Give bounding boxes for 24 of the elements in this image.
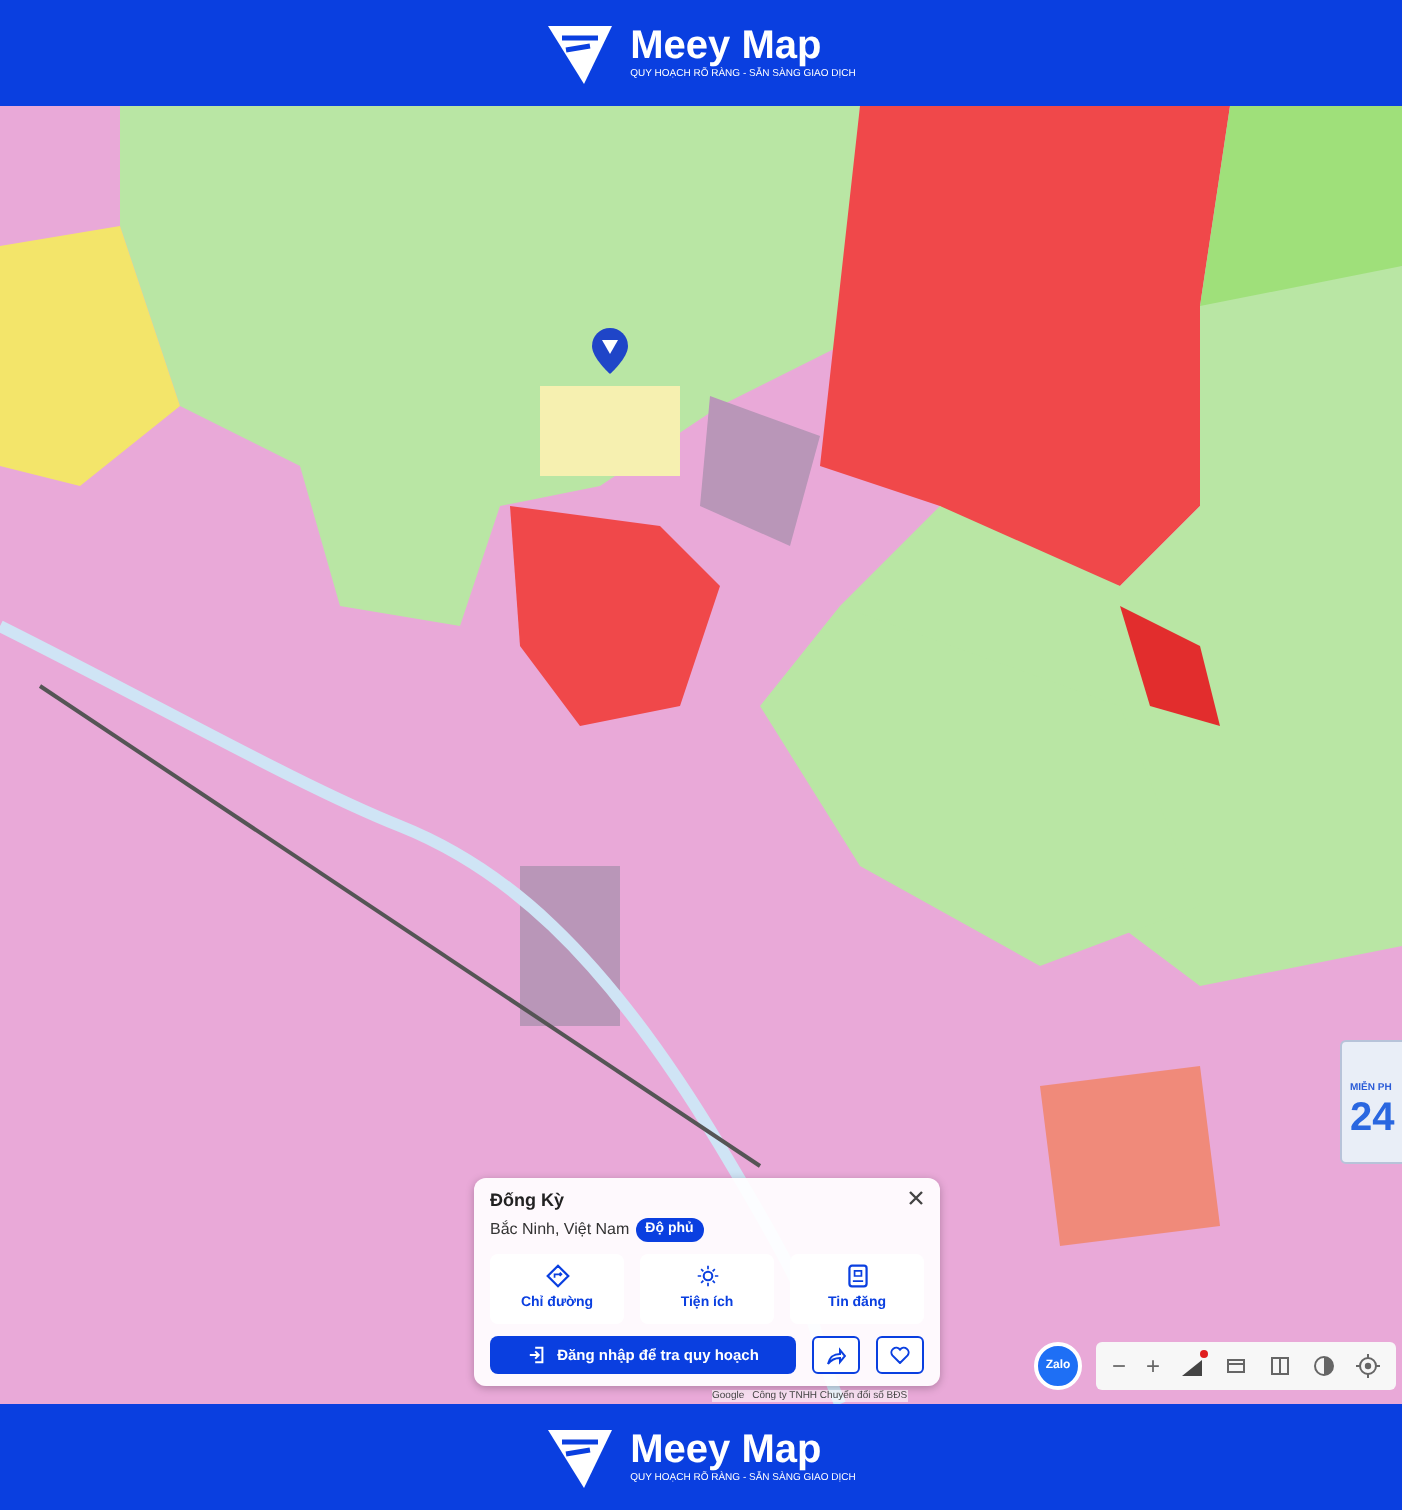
login-icon [527,1346,546,1364]
brand-name: Meey Map [630,1430,824,1470]
layers-button[interactable] [1179,1353,1204,1379]
sparkle-icon [695,1263,719,1288]
map-pin-icon[interactable] [588,326,632,378]
place-title: Đống Kỳ [490,1190,564,1212]
opacity-button[interactable] [1311,1353,1336,1379]
brand-name: Meey Map [630,26,824,66]
place-subtitle: Bắc Ninh, Việt Nam [490,1218,630,1242]
close-button[interactable] [908,1190,924,1206]
logo-icon [546,1425,615,1489]
logo-icon [546,21,615,85]
share-button[interactable] [812,1336,860,1374]
directions-icon [545,1263,569,1288]
promo-value: 24 [1350,1097,1397,1137]
share-icon [826,1345,846,1365]
locate-button[interactable] [1355,1353,1380,1379]
heart-icon [890,1346,910,1364]
document-icon [845,1263,869,1288]
favorite-button[interactable] [876,1336,924,1374]
split-button[interactable] [1267,1353,1292,1379]
zoom-in-button[interactable]: + [1145,1354,1160,1378]
zoom-out-button[interactable]: − [1111,1354,1126,1378]
panel-button[interactable] [1223,1353,1248,1379]
